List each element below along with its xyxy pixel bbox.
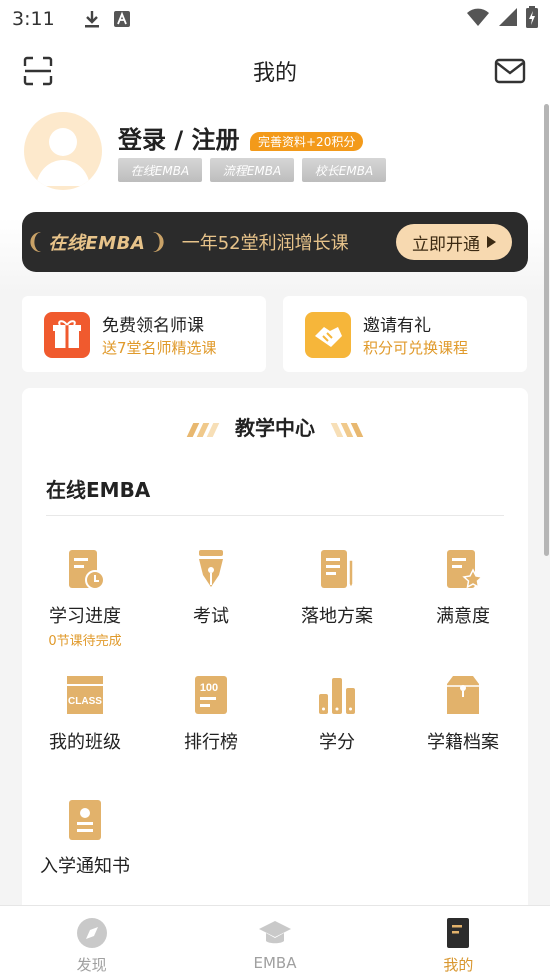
book-icon <box>441 916 475 950</box>
grid-item-archive[interactable]: 学籍档案 <box>400 674 526 754</box>
grid-label: 排行榜 <box>184 732 238 753</box>
reward-badge: 完善资料+20积分 <box>250 132 364 151</box>
status-right <box>466 5 538 33</box>
emba-banner[interactable]: ❨ 在线EMBA ❩ 一年52堂利润增长课 立即开通 <box>22 212 528 272</box>
gift-icon <box>44 312 90 358</box>
teaching-center-heading: 教学中心 <box>22 412 528 441</box>
emba-tag: 流程EMBA <box>210 158 294 182</box>
scrollbar[interactable] <box>544 104 549 556</box>
emba-tag: 校长EMBA <box>302 158 386 182</box>
play-arrow-icon <box>487 236 496 248</box>
free-course-card[interactable]: 免费领名师课 送7堂名师精选课 <box>22 296 266 372</box>
grid-label: 学习进度 <box>49 606 121 627</box>
banner-brand: 在线EMBA <box>48 233 146 254</box>
login-register-link[interactable]: 登录 / 注册 <box>118 120 239 155</box>
laurel-left-icon: ❨ <box>26 229 45 255</box>
grid-sublabel: 0节课待完成 <box>48 634 122 649</box>
signal-icon <box>498 7 518 32</box>
open-now-button[interactable]: 立即开通 <box>396 224 512 260</box>
section-divider <box>46 515 504 516</box>
pen-icon <box>189 548 233 592</box>
profile-section: 登录 / 注册 完善资料+20积分 在线EMBA 流程EMBA 校长EMBA <box>24 112 524 202</box>
download-icon <box>83 9 101 29</box>
grid-item-ranking[interactable]: 100 排行榜 <box>148 674 274 754</box>
credits-icon <box>315 674 359 718</box>
tab-label: 发现 <box>76 956 107 974</box>
avatar[interactable] <box>24 112 102 190</box>
progress-icon <box>63 548 107 592</box>
graduation-cap-icon <box>258 916 292 950</box>
tab-label: EMBA <box>253 954 297 972</box>
grid-label: 满意度 <box>436 606 490 627</box>
grid-label: 入学通知书 <box>40 856 130 877</box>
battery-icon <box>526 5 538 33</box>
status-time: 3:11 <box>12 8 55 30</box>
app-notification-icon <box>113 10 131 28</box>
status-bar: 3:11 <box>0 0 550 38</box>
grid-label: 考试 <box>193 606 229 627</box>
teaching-center-card: 教学中心 在线EMBA 学习进度 0节课待完成 考试 落地方案 满意度 CLAS… <box>22 388 528 928</box>
admission-icon <box>63 798 107 842</box>
promo-title: 邀请有礼 <box>363 316 431 336</box>
plan-icon <box>315 548 359 592</box>
tab-label: 我的 <box>443 956 474 974</box>
tab-discover[interactable]: 发现 <box>0 906 183 979</box>
mail-icon[interactable] <box>494 56 526 86</box>
ranking-icon-text: 100 <box>200 682 218 694</box>
banner-text: 一年52堂利润增长课 <box>181 233 349 254</box>
ranking-icon: 100 <box>189 674 233 718</box>
promo-subtitle: 积分可兑换课程 <box>363 339 469 357</box>
emba-tag: 在线EMBA <box>118 158 202 182</box>
laurel-right-icon: ❩ <box>149 229 168 255</box>
invite-card[interactable]: 邀请有礼 积分可兑换课程 <box>283 296 527 372</box>
promo-subtitle: 送7堂名师精选课 <box>102 339 217 357</box>
tab-emba[interactable]: EMBA <box>183 906 366 979</box>
page-title: 我的 <box>252 61 297 86</box>
class-icon-text: CLASS <box>68 696 102 707</box>
wifi-icon <box>466 7 490 32</box>
star-doc-icon <box>441 548 485 592</box>
grid-label: 我的班级 <box>49 732 121 753</box>
grid-item-plan[interactable]: 落地方案 <box>274 548 400 628</box>
compass-icon <box>75 916 109 950</box>
tab-mine[interactable]: 我的 <box>367 906 550 979</box>
grid-item-admission[interactable]: 入学通知书 <box>22 798 148 878</box>
bottom-tab-bar: 发现 EMBA 我的 <box>0 905 550 979</box>
handshake-icon <box>305 312 351 358</box>
teaching-center-title: 教学中心 <box>235 416 315 440</box>
grid-label: 落地方案 <box>301 606 373 627</box>
grid-item-study-progress[interactable]: 学习进度 0节课待完成 <box>22 548 148 649</box>
deco-dash <box>206 422 220 437</box>
section-title-emba: 在线EMBA <box>46 478 151 502</box>
emba-tags: 在线EMBA 流程EMBA 校长EMBA <box>118 158 386 182</box>
top-header: 我的 <box>0 38 550 104</box>
grid-item-exam[interactable]: 考试 <box>148 548 274 628</box>
grid-item-satisfaction[interactable]: 满意度 <box>400 548 526 628</box>
grid-label: 学分 <box>319 732 355 753</box>
class-icon: CLASS <box>63 674 107 718</box>
grid-item-my-class[interactable]: CLASS 我的班级 <box>22 674 148 754</box>
scan-icon[interactable] <box>22 55 54 87</box>
promo-title: 免费领名师课 <box>102 316 204 336</box>
archive-icon <box>441 674 485 718</box>
grid-item-credits[interactable]: 学分 <box>274 674 400 754</box>
deco-dash <box>350 422 364 437</box>
grid-label: 学籍档案 <box>427 732 499 753</box>
open-now-label: 立即开通 <box>412 234 480 255</box>
